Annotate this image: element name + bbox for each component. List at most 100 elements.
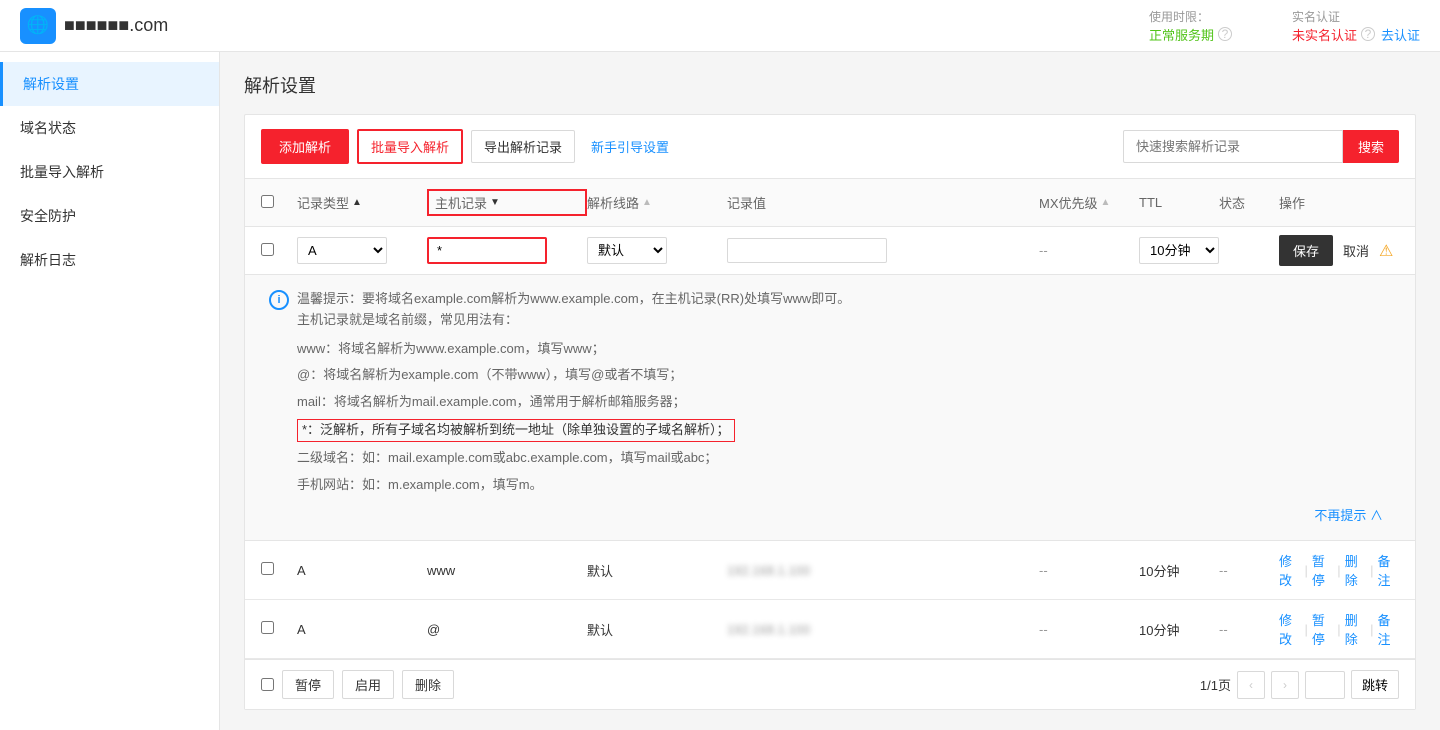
row1-ttl: 10分钟	[1139, 561, 1219, 580]
row2-value: 192.168.1.100	[727, 622, 1039, 637]
row1-checkbox-col	[261, 562, 297, 578]
row2-actions: 修改 | 暂停 | 删除 | 备注	[1279, 610, 1399, 648]
row2-type: A	[297, 622, 427, 637]
sidebar: 解析设置 域名状态 批量导入解析 安全防护 解析日志	[0, 52, 220, 730]
row2-host: @	[427, 622, 587, 637]
cert-label: 实名认证	[1292, 8, 1340, 25]
line-select[interactable]: 默认	[587, 237, 667, 264]
col-host[interactable]: 主机记录 ▼	[427, 189, 587, 216]
jump-button[interactable]: 跳转	[1351, 670, 1399, 699]
col-action: 操作	[1279, 193, 1399, 212]
footer-delete-button[interactable]: 删除	[402, 670, 454, 699]
prev-page-button[interactable]: ‹	[1237, 671, 1265, 699]
hint-item-at: @：将域名解析为example.com（不带www），填写@或者不填写；	[297, 365, 1391, 386]
col-type[interactable]: 记录类型 ▲	[297, 193, 427, 212]
row1-note-link[interactable]: 备注	[1378, 551, 1399, 589]
footer-select-checkbox[interactable]	[261, 678, 274, 691]
table-row: A www 默认 192.168.1.100 -- 10分钟 -- 修改 | 暂…	[245, 541, 1415, 600]
search-input[interactable]	[1123, 130, 1343, 163]
service-help-icon[interactable]: ?	[1218, 27, 1232, 41]
row1-checkbox[interactable]	[261, 562, 274, 575]
ttl-select[interactable]: 10分钟 30分钟 1小时	[1139, 237, 1219, 264]
row2-status: --	[1219, 622, 1279, 637]
search-area: 搜索	[1123, 130, 1399, 163]
col-mx[interactable]: MX优先级 ▲	[1039, 193, 1139, 212]
sort-line-icon: ▲	[642, 197, 652, 208]
next-page-button[interactable]: ›	[1271, 671, 1299, 699]
row1-mx: --	[1039, 563, 1139, 578]
cert-help-icon[interactable]: ?	[1361, 27, 1375, 41]
edit-value-col	[727, 238, 1039, 263]
record-type-select[interactable]: A CNAME MX TXT NS AAAA	[297, 237, 387, 264]
row2-note-link[interactable]: 备注	[1378, 610, 1399, 648]
row2-pause-link[interactable]: 暂停	[1312, 610, 1333, 648]
search-button[interactable]: 搜索	[1343, 130, 1399, 163]
col-status: 状态	[1219, 193, 1279, 212]
row1-host: www	[427, 563, 587, 578]
footer-enable-button[interactable]: 启用	[342, 670, 394, 699]
top-header: 🌐 ■■■■■■.com 使用时限： 正常服务期 ? 实名认证 未实名认证 ? …	[0, 0, 1440, 52]
logo-area: 🌐 ■■■■■■.com	[20, 8, 168, 44]
content-card: 添加解析 批量导入解析 导出解析记录 新手引导设置 搜索 记录类型 ▲ 主机记录	[244, 114, 1416, 710]
footer-pause-button[interactable]: 暂停	[282, 670, 334, 699]
main-layout: 解析设置 域名状态 批量导入解析 安全防护 解析日志 解析设置 添加解析 批量导…	[0, 52, 1440, 730]
header-right: 使用时限： 正常服务期 ? 实名认证 未实名认证 ? 去认证	[1149, 8, 1420, 44]
edit-actions-col: 保存 取消 ⚠	[1279, 235, 1399, 266]
edit-mx-col: --	[1039, 243, 1139, 258]
row1-type: A	[297, 563, 427, 578]
toolbar: 添加解析 批量导入解析 导出解析记录 新手引导设置 搜索	[245, 115, 1415, 179]
row1-value: 192.168.1.100	[727, 563, 1039, 578]
export-parse-button[interactable]: 导出解析记录	[471, 130, 575, 163]
guide-button[interactable]: 新手引导设置	[583, 131, 677, 162]
page-jump-input[interactable]	[1305, 671, 1345, 699]
sidebar-item-parse-log[interactable]: 解析日志	[0, 238, 219, 282]
save-button[interactable]: 保存	[1279, 235, 1333, 266]
sidebar-item-security[interactable]: 安全防护	[0, 194, 219, 238]
sidebar-item-batch-import[interactable]: 批量导入解析	[0, 150, 219, 194]
row2-checkbox[interactable]	[261, 621, 274, 634]
hint-item-second-level: 二级域名：如：mail.example.com或abc.example.com，…	[297, 448, 1391, 469]
row1-pause-link[interactable]: 暂停	[1312, 551, 1333, 589]
cert-block: 实名认证 未实名认证 ? 去认证	[1292, 8, 1420, 44]
wildcard-highlight: *：泛解析，所有子域名均被解析到统一地址（除单独设置的子域名解析）；	[297, 419, 735, 442]
host-input-wrapper: ✕	[427, 237, 547, 264]
col-value: 记录值	[727, 193, 1039, 212]
checkbox-all-col	[261, 195, 297, 211]
row2-edit-link[interactable]: 修改	[1279, 610, 1300, 648]
service-period-block: 使用时限： 正常服务期 ?	[1149, 8, 1232, 44]
warning-icon[interactable]: ⚠	[1379, 241, 1393, 261]
col-ttl: TTL	[1139, 195, 1219, 210]
row1-delete-link[interactable]: 删除	[1345, 551, 1366, 589]
main-content: 解析设置 添加解析 批量导入解析 导出解析记录 新手引导设置 搜索 记录类型 ▲	[220, 52, 1440, 730]
sidebar-item-domain-status[interactable]: 域名状态	[0, 106, 219, 150]
add-parse-button[interactable]: 添加解析	[261, 129, 349, 164]
row2-checkbox-col	[261, 621, 297, 637]
row2-ttl: 10分钟	[1139, 620, 1219, 639]
edit-row-checkbox[interactable]	[261, 243, 274, 256]
hint-title-row: i 温馨提示：要将域名example.com解析为www.example.com…	[269, 289, 1391, 331]
sort-type-icon: ▲	[352, 197, 362, 208]
sidebar-item-parse-settings[interactable]: 解析设置	[0, 62, 219, 106]
row1-edit-link[interactable]: 修改	[1279, 551, 1300, 589]
row1-line: 默认	[587, 561, 727, 580]
page-title: 解析设置	[244, 72, 1416, 98]
not-show-hint-button[interactable]: 不再提示 ∧	[269, 501, 1391, 524]
edit-type-col: A CNAME MX TXT NS AAAA	[297, 237, 427, 264]
domain-name: ■■■■■■.com	[64, 15, 168, 36]
edit-line-col: 默认	[587, 237, 727, 264]
import-parse-button[interactable]: 批量导入解析	[357, 129, 463, 164]
logo-icon: 🌐	[20, 8, 56, 44]
hint-item-wildcard: *：泛解析，所有子域名均被解析到统一地址（除单独设置的子域名解析）；	[297, 419, 1391, 442]
select-all-checkbox[interactable]	[261, 195, 274, 208]
cancel-button[interactable]: 取消	[1337, 237, 1375, 264]
row2-delete-link[interactable]: 删除	[1345, 610, 1366, 648]
hint-main-text: 温馨提示：要将域名example.com解析为www.example.com，在…	[297, 289, 850, 331]
col-line[interactable]: 解析线路 ▲	[587, 193, 727, 212]
hint-item-mobile: 手机网站：如：m.example.com，填写m。	[297, 475, 1391, 496]
cert-value: 未实名认证 ?	[1292, 25, 1375, 44]
cert-go-link[interactable]: 去认证	[1381, 25, 1420, 44]
edit-checkbox-col	[261, 243, 297, 259]
record-value-input[interactable]	[727, 238, 887, 263]
hint-box: i 温馨提示：要将域名example.com解析为www.example.com…	[245, 275, 1415, 541]
hint-items: www：将域名解析为www.example.com，填写www； @：将域名解析…	[269, 339, 1391, 496]
